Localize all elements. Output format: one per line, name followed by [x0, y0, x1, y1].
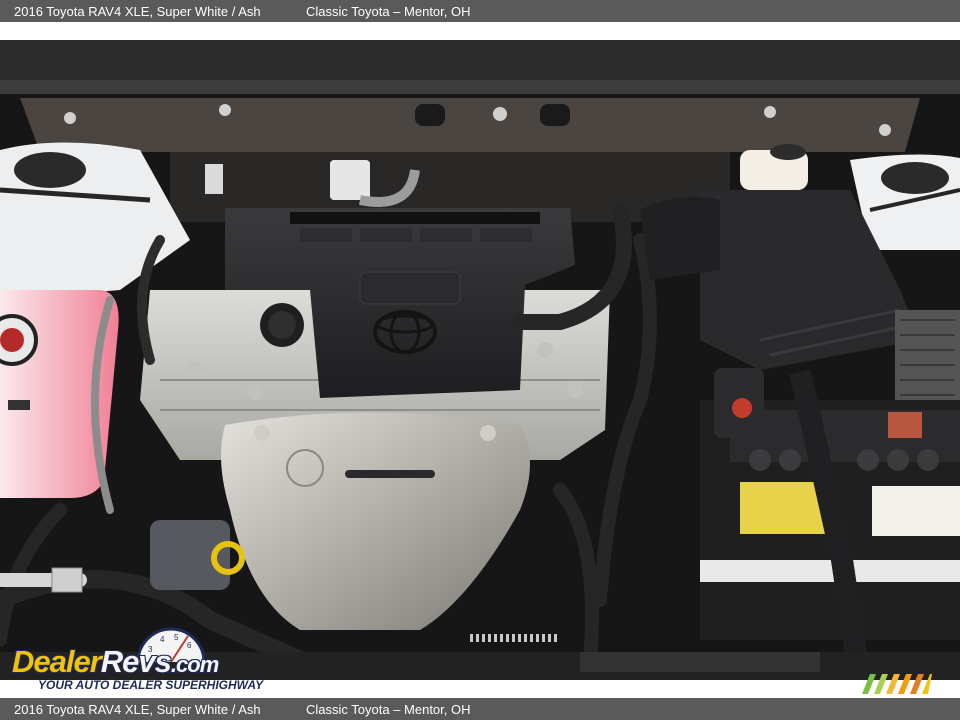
- engine-bay-photo: [0, 40, 960, 680]
- vehicle-caption: 2016 Toyota RAV4 XLE, Super White / Ash: [14, 3, 261, 19]
- dealerrevs-watermark: 3456 DealerRevs.com YOUR AUTO DEALER SUP…: [12, 622, 272, 694]
- bottom-caption-bar: 2016 Toyota RAV4 XLE, Super White / Ash …: [0, 698, 960, 720]
- svg-text:4: 4: [160, 635, 165, 644]
- dealer-caption: Classic Toyota – Mentor, OH: [306, 3, 471, 19]
- color-stripes-logo: [862, 674, 932, 694]
- svg-text:5: 5: [174, 633, 179, 642]
- vehicle-caption-bottom: 2016 Toyota RAV4 XLE, Super White / Ash: [14, 701, 261, 717]
- watermark-tagline: YOUR AUTO DEALER SUPERHIGHWAY: [38, 678, 264, 692]
- dealer-caption-bottom: Classic Toyota – Mentor, OH: [306, 701, 471, 717]
- top-caption-bar: 2016 Toyota RAV4 XLE, Super White / Ash …: [0, 0, 960, 22]
- watermark-brand: DealerRevs.com: [12, 644, 219, 679]
